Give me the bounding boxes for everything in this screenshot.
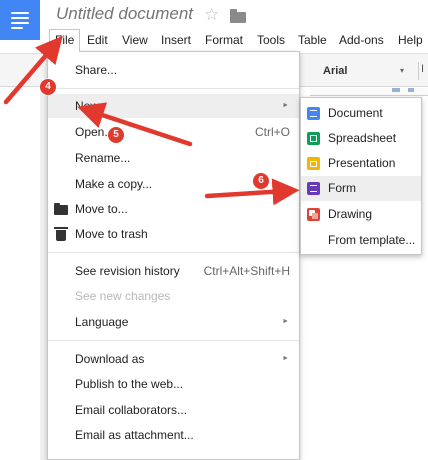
menu-item-label: From template...	[328, 233, 416, 247]
spreadsheet-icon	[307, 132, 320, 145]
step-badge: 4	[40, 79, 56, 95]
presentation-icon	[307, 157, 320, 170]
file-menu-download-as[interactable]: Download as ►	[48, 347, 299, 371]
submenu-arrow-icon: ►	[282, 318, 289, 325]
menu-divider	[48, 88, 299, 89]
menu-item-label: Drawing	[328, 207, 373, 221]
folder-icon[interactable]	[230, 9, 246, 23]
menu-insert[interactable]: Insert	[156, 29, 196, 51]
new-document[interactable]: Document	[301, 101, 421, 126]
new-from-template[interactable]: From template...	[301, 228, 421, 253]
docs-home-icon[interactable]	[0, 0, 40, 40]
form-icon	[307, 182, 320, 195]
new-presentation[interactable]: Presentation	[301, 151, 421, 176]
menu-divider	[48, 340, 299, 341]
submenu-arrow-icon: ►	[282, 355, 289, 362]
new-spreadsheet[interactable]: Spreadsheet	[301, 126, 421, 151]
chevron-down-icon: ▾	[399, 66, 404, 75]
menu-tools[interactable]: Tools	[252, 29, 290, 51]
file-menu-see-revision-history[interactable]: See revision history Ctrl+Alt+Shift+H	[48, 259, 299, 283]
menu-bar: File Edit View Insert Format Tools Table…	[40, 29, 428, 52]
menu-item-label: Spreadsheet	[328, 131, 397, 145]
step-badge: 6	[253, 173, 269, 189]
document-icon	[307, 107, 320, 120]
menu-add-ons[interactable]: Add-ons	[334, 29, 389, 51]
menu-item-label: See new changes	[75, 289, 171, 303]
menu-item-label: Presentation	[328, 156, 396, 170]
file-menu-open[interactable]: Open... Ctrl+O	[48, 120, 299, 144]
menu-item-label: Email collaborators...	[75, 403, 188, 417]
menu-item-label: Language	[75, 315, 129, 329]
font-family-value: Arial	[323, 65, 348, 77]
menu-item-label: Move to...	[75, 202, 128, 216]
submenu-arrow-icon: ►	[282, 102, 289, 109]
step-badge: 5	[108, 127, 124, 143]
keyboard-shortcut: Ctrl+O	[254, 125, 290, 139]
file-menu-move-to[interactable]: Move to...	[48, 197, 299, 221]
menu-item-label: Email as attachment...	[75, 428, 194, 442]
new-submenu: Document Spreadsheet Presentation Form D…	[300, 97, 422, 255]
toolbar-divider	[418, 62, 419, 80]
file-menu-language[interactable]: Language ►	[48, 310, 299, 334]
file-menu: Share... New ► Open... Ctrl+O Rename... …	[47, 51, 300, 460]
menu-edit[interactable]: Edit	[82, 29, 113, 51]
new-form[interactable]: Form	[301, 176, 421, 201]
menu-item-label: Make a copy...	[75, 177, 153, 191]
menu-item-label: Form	[328, 181, 356, 195]
menu-file[interactable]: File	[49, 29, 81, 52]
file-menu-publish-to-the-web[interactable]: Publish to the web...	[48, 372, 299, 396]
menu-item-label: Rename...	[75, 151, 131, 165]
file-menu-share[interactable]: Share...	[48, 58, 299, 82]
file-menu-move-to-trash[interactable]: Move to trash	[48, 222, 299, 246]
star-icon[interactable]: ☆	[204, 5, 219, 25]
menu-table[interactable]: Table	[293, 29, 332, 51]
menu-divider	[48, 252, 299, 253]
trash-icon	[54, 227, 68, 241]
font-family-select[interactable]: Arial ▾	[315, 58, 410, 84]
menu-item-label: Move to trash	[75, 227, 148, 241]
menu-item-label: See revision history	[75, 264, 180, 278]
menu-format[interactable]: Format	[200, 29, 248, 51]
file-menu-see-new-changes: See new changes	[48, 284, 299, 308]
file-menu-email-as-attachment[interactable]: Email as attachment...	[48, 423, 299, 447]
menu-item-label: Document	[328, 106, 383, 120]
menu-help[interactable]: Help	[393, 29, 428, 51]
drawing-icon	[307, 208, 320, 221]
file-menu-rename[interactable]: Rename...	[48, 146, 299, 170]
new-drawing[interactable]: Drawing	[301, 202, 421, 227]
ruler[interactable]	[310, 88, 428, 96]
file-menu-email-collaborators[interactable]: Email collaborators...	[48, 398, 299, 422]
menu-item-label: Download as	[75, 352, 145, 366]
menu-item-label: New	[75, 99, 100, 113]
document-title[interactable]: Untitled document	[56, 4, 193, 24]
file-menu-new[interactable]: New ►	[48, 94, 299, 118]
italic-button[interactable]: I	[421, 63, 424, 75]
keyboard-shortcut: Ctrl+Alt+Shift+H	[203, 264, 290, 278]
folder-icon	[54, 203, 68, 215]
menu-item-label: Publish to the web...	[75, 377, 184, 391]
menu-item-label: Share...	[75, 63, 118, 77]
menu-view[interactable]: View	[117, 29, 153, 51]
